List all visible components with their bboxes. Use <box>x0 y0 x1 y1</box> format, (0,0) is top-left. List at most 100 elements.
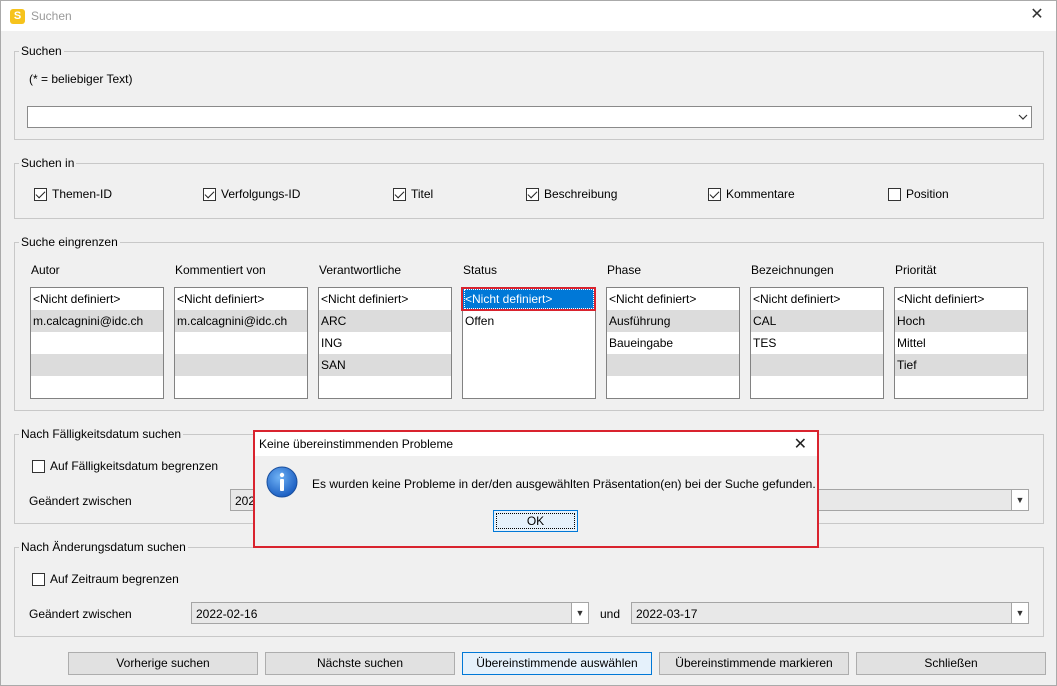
checkbox-label: Themen-ID <box>52 187 113 201</box>
change-date-group-label: Nach Änderungsdatum suchen <box>21 540 186 554</box>
list-item[interactable]: Ausführung <box>607 310 739 332</box>
dropdown-arrow-icon[interactable]: ▼ <box>1011 603 1028 623</box>
checkbox-box[interactable] <box>393 187 406 201</box>
list-label-phase: Phase <box>607 263 642 277</box>
mark-matching-button[interactable]: Übereinstimmende markieren <box>659 652 849 675</box>
list-item[interactable]: ING <box>319 332 451 354</box>
and-label: und <box>600 607 621 621</box>
list-item[interactable]: <Nicht definiert> <box>895 288 1027 310</box>
info-icon <box>266 466 298 498</box>
search-in-group-label: Suchen in <box>21 156 75 170</box>
filter-group-label: Suche eingrenzen <box>21 235 118 249</box>
list-item[interactable]: <Nicht definiert> <box>607 288 739 310</box>
checkbox-kommentare[interactable]: Kommentare <box>708 187 795 201</box>
checkbox-label: Kommentare <box>726 187 795 201</box>
dialog-close-icon[interactable]: ✕ <box>794 434 807 454</box>
list-item[interactable]: CAL <box>751 310 883 332</box>
checkbox-position[interactable]: Position <box>888 187 949 201</box>
checkbox-box[interactable] <box>526 187 539 201</box>
list-item[interactable]: <Nicht definiert> <box>751 288 883 310</box>
checkbox-box[interactable] <box>34 187 47 201</box>
list-item[interactable]: <Nicht definiert> <box>31 288 163 310</box>
list-item[interactable]: ARC <box>319 310 451 332</box>
list-item[interactable]: Tief <box>895 354 1027 376</box>
list-label-verantwortliche: Verantwortliche <box>319 263 402 277</box>
dialog-message: Es wurden keine Probleme in der/den ausg… <box>312 477 816 491</box>
app-icon: S <box>10 9 25 24</box>
list-label-bezeichnungen: Bezeichnungen <box>751 263 834 277</box>
list-item <box>31 354 163 376</box>
list-item[interactable]: Hoch <box>895 310 1027 332</box>
window-close-button[interactable]: ✕ <box>1028 6 1046 24</box>
search-hint: (* = beliebiger Text) <box>29 72 133 86</box>
due-changed-between-label: Geändert zwischen <box>29 494 132 508</box>
checkbox-beschreibung[interactable]: Beschreibung <box>526 187 617 201</box>
list-label-autor: Autor <box>31 263 60 277</box>
no-results-dialog: Keine übereinstimmenden Probleme ✕ Es wu… <box>253 430 819 548</box>
list-item[interactable]: <Nicht definiert> <box>463 288 595 310</box>
listbox-bezeichnungen[interactable]: <Nicht definiert> CAL TES <box>750 287 884 399</box>
list-item[interactable]: <Nicht definiert> <box>175 288 307 310</box>
title-bar: S Suchen ✕ <box>1 1 1056 31</box>
list-label-prioritaet: Priorität <box>895 263 937 277</box>
list-item <box>31 332 163 354</box>
checkbox-box[interactable] <box>32 572 45 586</box>
change-changed-between-label: Geändert zwischen <box>29 607 132 621</box>
list-item[interactable]: Offen <box>463 310 595 332</box>
list-item[interactable]: SAN <box>319 354 451 376</box>
next-button[interactable]: Nächste suchen <box>265 652 455 675</box>
chevron-down-icon[interactable] <box>1014 107 1031 127</box>
checkbox-box[interactable] <box>708 187 721 201</box>
listbox-prioritaet[interactable]: <Nicht definiert> Hoch Mittel Tief <box>894 287 1028 399</box>
search-group-label: Suchen <box>21 44 62 58</box>
checkbox-box[interactable] <box>203 187 216 201</box>
dialog-title: Keine übereinstimmenden Probleme <box>259 437 454 451</box>
checkbox-box[interactable] <box>888 187 901 201</box>
window-title: Suchen <box>31 9 72 23</box>
dialog-title-bar: Keine übereinstimmenden Probleme ✕ <box>255 432 817 456</box>
checkbox-label: Verfolgungs-ID <box>221 187 301 201</box>
search-combobox[interactable] <box>27 106 1032 128</box>
change-from-value: 2022-02-16 <box>196 607 258 621</box>
select-matching-button[interactable]: Übereinstimmende auswählen <box>462 652 652 675</box>
search-window: S Suchen ✕ Suchen (* = beliebiger Text) … <box>0 0 1057 686</box>
change-from-date[interactable]: 2022-02-16 ▼ <box>191 602 589 624</box>
list-item[interactable]: Baueingabe <box>607 332 739 354</box>
list-item[interactable]: TES <box>751 332 883 354</box>
due-date-group-label: Nach Fälligkeitsdatum suchen <box>21 427 182 441</box>
close-button[interactable]: Schließen <box>856 652 1046 675</box>
listbox-verantwortliche[interactable]: <Nicht definiert> ARC ING SAN <box>318 287 452 399</box>
checkbox-label: Titel <box>411 187 434 201</box>
listbox-kommentiert-von[interactable]: <Nicht definiert> m.calcagnini@idc.ch <box>174 287 308 399</box>
change-date-checkbox[interactable]: Auf Zeitraum begrenzen <box>32 572 179 586</box>
list-item <box>607 354 739 376</box>
dialog-ok-button[interactable]: OK <box>493 510 578 532</box>
checkbox-label: Auf Fälligkeitsdatum begrenzen <box>50 459 219 473</box>
checkbox-verfolgungs-id[interactable]: Verfolgungs-ID <box>203 187 300 201</box>
change-to-value: 2022-03-17 <box>636 607 698 621</box>
list-item[interactable]: <Nicht definiert> <box>319 288 451 310</box>
change-to-date[interactable]: 2022-03-17 ▼ <box>631 602 1029 624</box>
checkbox-label: Position <box>906 187 949 201</box>
list-item <box>175 354 307 376</box>
listbox-status[interactable]: <Nicht definiert> Offen <box>462 287 596 399</box>
checkbox-label: Auf Zeitraum begrenzen <box>50 572 179 586</box>
previous-button[interactable]: Vorherige suchen <box>68 652 258 675</box>
list-item <box>175 332 307 354</box>
dropdown-arrow-icon[interactable]: ▼ <box>571 603 588 623</box>
listbox-phase[interactable]: <Nicht definiert> Ausführung Baueingabe <box>606 287 740 399</box>
dropdown-arrow-icon[interactable]: ▼ <box>1011 490 1028 510</box>
list-label-kommentiert-von: Kommentiert von <box>175 263 266 277</box>
checkbox-label: Beschreibung <box>544 187 618 201</box>
checkbox-titel[interactable]: Titel <box>393 187 433 201</box>
list-item[interactable]: Mittel <box>895 332 1027 354</box>
listbox-autor[interactable]: <Nicht definiert> m.calcagnini@idc.ch <box>30 287 164 399</box>
checkbox-box[interactable] <box>32 459 45 473</box>
due-to-date[interactable]: ▼ <box>811 489 1029 511</box>
checkbox-themen-id[interactable]: Themen-ID <box>34 187 112 201</box>
list-item[interactable]: m.calcagnini@idc.ch <box>31 310 163 332</box>
due-date-checkbox[interactable]: Auf Fälligkeitsdatum begrenzen <box>32 459 218 473</box>
list-label-status: Status <box>463 263 498 277</box>
list-item[interactable]: m.calcagnini@idc.ch <box>175 310 307 332</box>
list-item <box>751 354 883 376</box>
